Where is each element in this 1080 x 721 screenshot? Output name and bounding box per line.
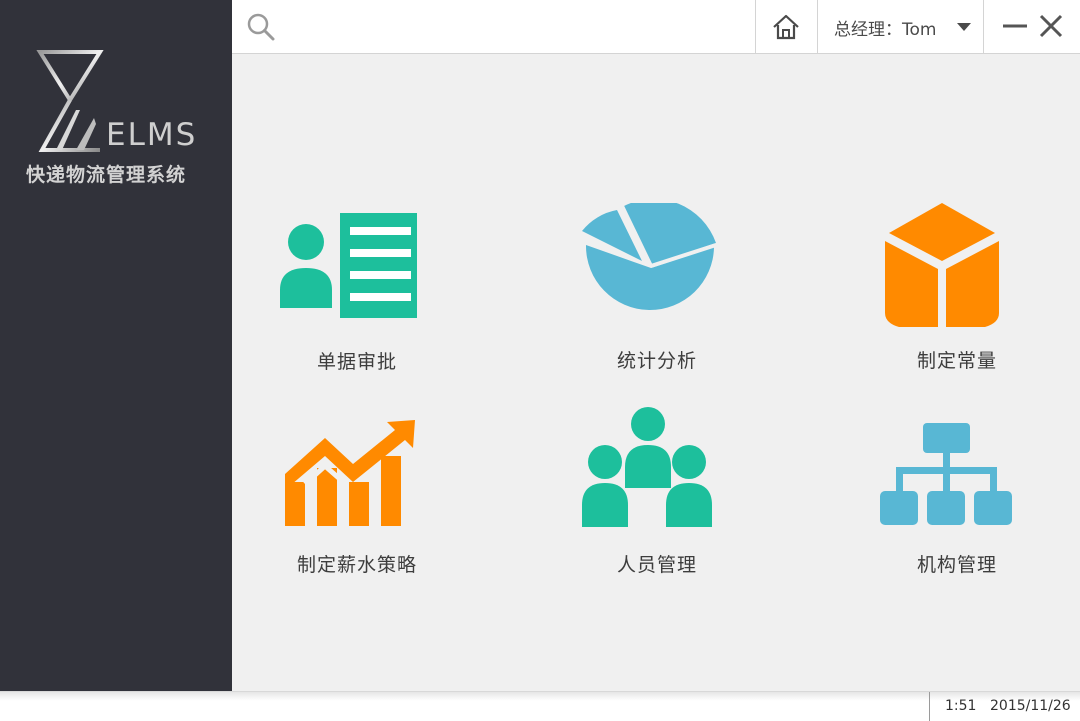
- document-approval-icon: [280, 213, 417, 318]
- close-icon[interactable]: [1038, 12, 1064, 40]
- main-dashboard: 单据审批 统计分析 制定常量 制定薪水策略 人员管理 机构管理: [232, 54, 1080, 691]
- divider: [929, 692, 930, 721]
- tile-label: 机构管理: [916, 554, 997, 576]
- tile-label: 制定常量: [916, 350, 997, 372]
- top-bar: 总经理：Tom: [232, 0, 1080, 54]
- tile-label: 单据审批: [316, 351, 397, 373]
- status-time: 1:51: [945, 698, 977, 714]
- tile-salary-strategy[interactable]: 制定薪水策略: [247, 420, 447, 600]
- home-icon: [773, 14, 799, 39]
- minimize-icon[interactable]: [1002, 12, 1028, 40]
- logo-text: ELMS: [106, 117, 198, 153]
- user-role-label: 总经理：Tom: [834, 20, 937, 40]
- tile-organization[interactable]: 机构管理: [847, 423, 1047, 603]
- status-date: 2015/11/26: [990, 698, 1071, 714]
- people-group-icon: [582, 407, 712, 527]
- growth-chart-icon: [285, 420, 415, 526]
- pie-chart-icon: [582, 203, 717, 311]
- tile-document-approval[interactable]: 单据审批: [247, 212, 447, 392]
- user-menu-dropdown[interactable]: 总经理：Tom: [818, 0, 983, 53]
- tile-constants[interactable]: 制定常量: [847, 203, 1047, 383]
- tile-label: 统计分析: [616, 350, 697, 372]
- caret-down-icon: [957, 23, 971, 31]
- tile-personnel[interactable]: 人员管理: [547, 407, 747, 587]
- app-title: 快递物流管理系统: [26, 164, 187, 186]
- sidebar: ELMS 快递物流管理系统: [0, 0, 232, 691]
- tile-statistics[interactable]: 统计分析: [547, 203, 747, 383]
- cube-icon: [885, 203, 999, 327]
- org-chart-icon: [880, 423, 1012, 525]
- divider: [983, 0, 984, 53]
- search-input[interactable]: [284, 10, 748, 44]
- home-button[interactable]: [756, 0, 816, 53]
- tile-label: 人员管理: [616, 554, 697, 576]
- tile-label: 制定薪水策略: [296, 554, 417, 576]
- search-icon[interactable]: [246, 12, 276, 42]
- status-bar: 1:51 2015/11/26: [0, 691, 1080, 721]
